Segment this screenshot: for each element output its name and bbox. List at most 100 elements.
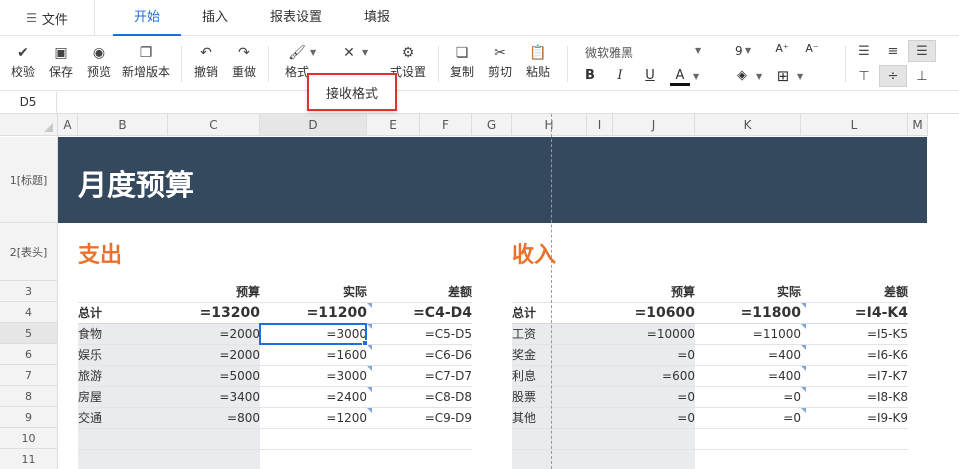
row-header[interactable]: 8: [0, 386, 58, 407]
font-size-select[interactable]: 9 ▼: [735, 44, 760, 58]
save-button[interactable]: ▣ 保存: [47, 44, 75, 80]
expense-item-budget[interactable]: =2000: [168, 345, 260, 365]
column-header[interactable]: G: [472, 114, 512, 136]
income-item-actual[interactable]: =11000: [695, 324, 801, 344]
expense-item-actual[interactable]: =1200: [260, 408, 367, 428]
expense-item-budget[interactable]: =3400: [168, 387, 260, 407]
column-header[interactable]: L: [801, 114, 908, 136]
expense-total-actual[interactable]: =11200: [260, 303, 367, 323]
font-family-select[interactable]: 微软雅黑 ▼: [585, 44, 705, 62]
column-header[interactable]: J: [613, 114, 695, 136]
fill-handle[interactable]: [362, 340, 368, 346]
income-actual-header[interactable]: 实际: [695, 282, 801, 302]
increase-font-icon[interactable]: A⁺: [772, 42, 792, 55]
income-item-budget[interactable]: =0: [613, 387, 695, 407]
cut-button[interactable]: ✂ 剪切: [486, 44, 514, 80]
expense-item-diff[interactable]: =C5-D5: [367, 324, 472, 344]
underline-button[interactable]: U: [640, 68, 660, 83]
income-item-name[interactable]: 利息: [512, 366, 587, 386]
expense-item-budget[interactable]: =800: [168, 408, 260, 428]
income-item-budget[interactable]: =600: [613, 366, 695, 386]
income-total-label[interactable]: 总计: [512, 303, 587, 323]
file-menu-button[interactable]: ☰ 文件: [0, 0, 95, 36]
tab-fill[interactable]: 填报: [352, 0, 402, 36]
expense-item-actual[interactable]: =3000: [260, 366, 367, 386]
align-middle-icon[interactable]: ÷: [879, 65, 907, 87]
copy-button[interactable]: ❏ 复制: [448, 44, 476, 80]
income-item-actual[interactable]: =0: [695, 387, 801, 407]
receive-format-popup[interactable]: 接收格式: [307, 73, 397, 111]
row-header[interactable]: 6: [0, 344, 58, 365]
income-budget-header[interactable]: 预算: [613, 282, 695, 302]
column-header[interactable]: A: [58, 114, 78, 136]
income-item-diff[interactable]: =I6-K6: [801, 345, 908, 365]
income-item-actual[interactable]: =0: [695, 408, 801, 428]
cell-name-box[interactable]: D5: [0, 92, 57, 113]
income-total-actual[interactable]: =11800: [695, 303, 801, 323]
expense-item-diff[interactable]: =C8-D8: [367, 387, 472, 407]
column-header[interactable]: C: [168, 114, 260, 136]
income-item-name[interactable]: 其他: [512, 408, 587, 428]
expense-item-name[interactable]: 交通: [78, 408, 168, 428]
align-top-icon[interactable]: ⊤: [850, 65, 878, 87]
italic-button[interactable]: I: [610, 68, 630, 83]
tab-report-settings[interactable]: 报表设置: [260, 0, 332, 36]
income-item-name[interactable]: 工资: [512, 324, 587, 344]
fill-color-icon[interactable]: ◈: [732, 68, 752, 83]
expense-actual-header[interactable]: 实际: [260, 282, 367, 302]
row-header[interactable]: 9: [0, 407, 58, 428]
expense-diff-header[interactable]: 差额: [367, 282, 472, 302]
paste-button[interactable]: 📋 粘贴: [524, 44, 552, 80]
column-header[interactable]: E: [367, 114, 420, 136]
tab-insert[interactable]: 插入: [190, 0, 240, 36]
income-item-name[interactable]: 股票: [512, 387, 587, 407]
income-item-name[interactable]: 奖金: [512, 345, 587, 365]
align-bottom-icon[interactable]: ⊥: [908, 65, 936, 87]
decrease-font-icon[interactable]: A⁻: [802, 42, 822, 55]
expense-item-name[interactable]: 房屋: [78, 387, 168, 407]
income-item-budget[interactable]: =0: [613, 408, 695, 428]
clear-button[interactable]: ✕ ▼: [334, 44, 368, 62]
income-diff-header[interactable]: 差额: [801, 282, 908, 302]
freeze-pane-line[interactable]: [551, 114, 552, 469]
column-header[interactable]: H: [512, 114, 587, 136]
expense-budget-header[interactable]: 预算: [168, 282, 260, 302]
expense-item-diff[interactable]: =C6-D6: [367, 345, 472, 365]
expense-item-actual[interactable]: =1600: [260, 345, 367, 365]
check-button[interactable]: ✔ 校验: [9, 44, 37, 80]
align-left-icon[interactable]: ☰: [850, 40, 878, 62]
column-header[interactable]: I: [587, 114, 613, 136]
expense-item-name[interactable]: 娱乐: [78, 345, 168, 365]
income-item-diff[interactable]: =I8-K8: [801, 387, 908, 407]
border-icon[interactable]: ⊞: [773, 67, 793, 85]
row-header[interactable]: 7: [0, 365, 58, 386]
income-item-budget[interactable]: =10000: [613, 324, 695, 344]
undo-button[interactable]: ↶ 撤销: [192, 44, 220, 80]
expense-item-name[interactable]: 食物: [78, 324, 168, 344]
spreadsheet-grid[interactable]: A B C D E F G H I J K L M 1[标题] 2[表头] 3 …: [0, 114, 959, 469]
align-center-icon[interactable]: ≡: [879, 40, 907, 62]
expense-item-actual[interactable]: =2400: [260, 387, 367, 407]
row-header[interactable]: 3: [0, 281, 58, 302]
row-header[interactable]: 4: [0, 302, 58, 323]
income-item-budget[interactable]: =0: [613, 345, 695, 365]
column-header[interactable]: M: [908, 114, 928, 136]
font-color-button[interactable]: A: [670, 68, 690, 86]
expense-total-budget[interactable]: =13200: [168, 303, 260, 323]
select-all-corner[interactable]: [0, 114, 58, 136]
income-item-actual[interactable]: =400: [695, 366, 801, 386]
row-header[interactable]: 11: [0, 449, 58, 469]
expense-item-budget[interactable]: =2000: [168, 324, 260, 344]
expense-item-diff[interactable]: =C7-D7: [367, 366, 472, 386]
row-header[interactable]: 1[标题]: [0, 137, 58, 223]
new-version-button[interactable]: ❐ 新增版本: [120, 44, 172, 80]
tab-start[interactable]: 开始: [113, 0, 181, 36]
preview-button[interactable]: ◉ 预览: [85, 44, 113, 80]
align-right-icon[interactable]: ☰: [908, 40, 936, 62]
income-item-diff[interactable]: =I9-K9: [801, 408, 908, 428]
redo-button[interactable]: ↷ 重做: [230, 44, 258, 80]
income-item-diff[interactable]: =I5-K5: [801, 324, 908, 344]
income-total-diff[interactable]: =I4-K4: [801, 303, 908, 323]
expense-item-budget[interactable]: =5000: [168, 366, 260, 386]
expense-total-diff[interactable]: =C4-D4: [367, 303, 472, 323]
